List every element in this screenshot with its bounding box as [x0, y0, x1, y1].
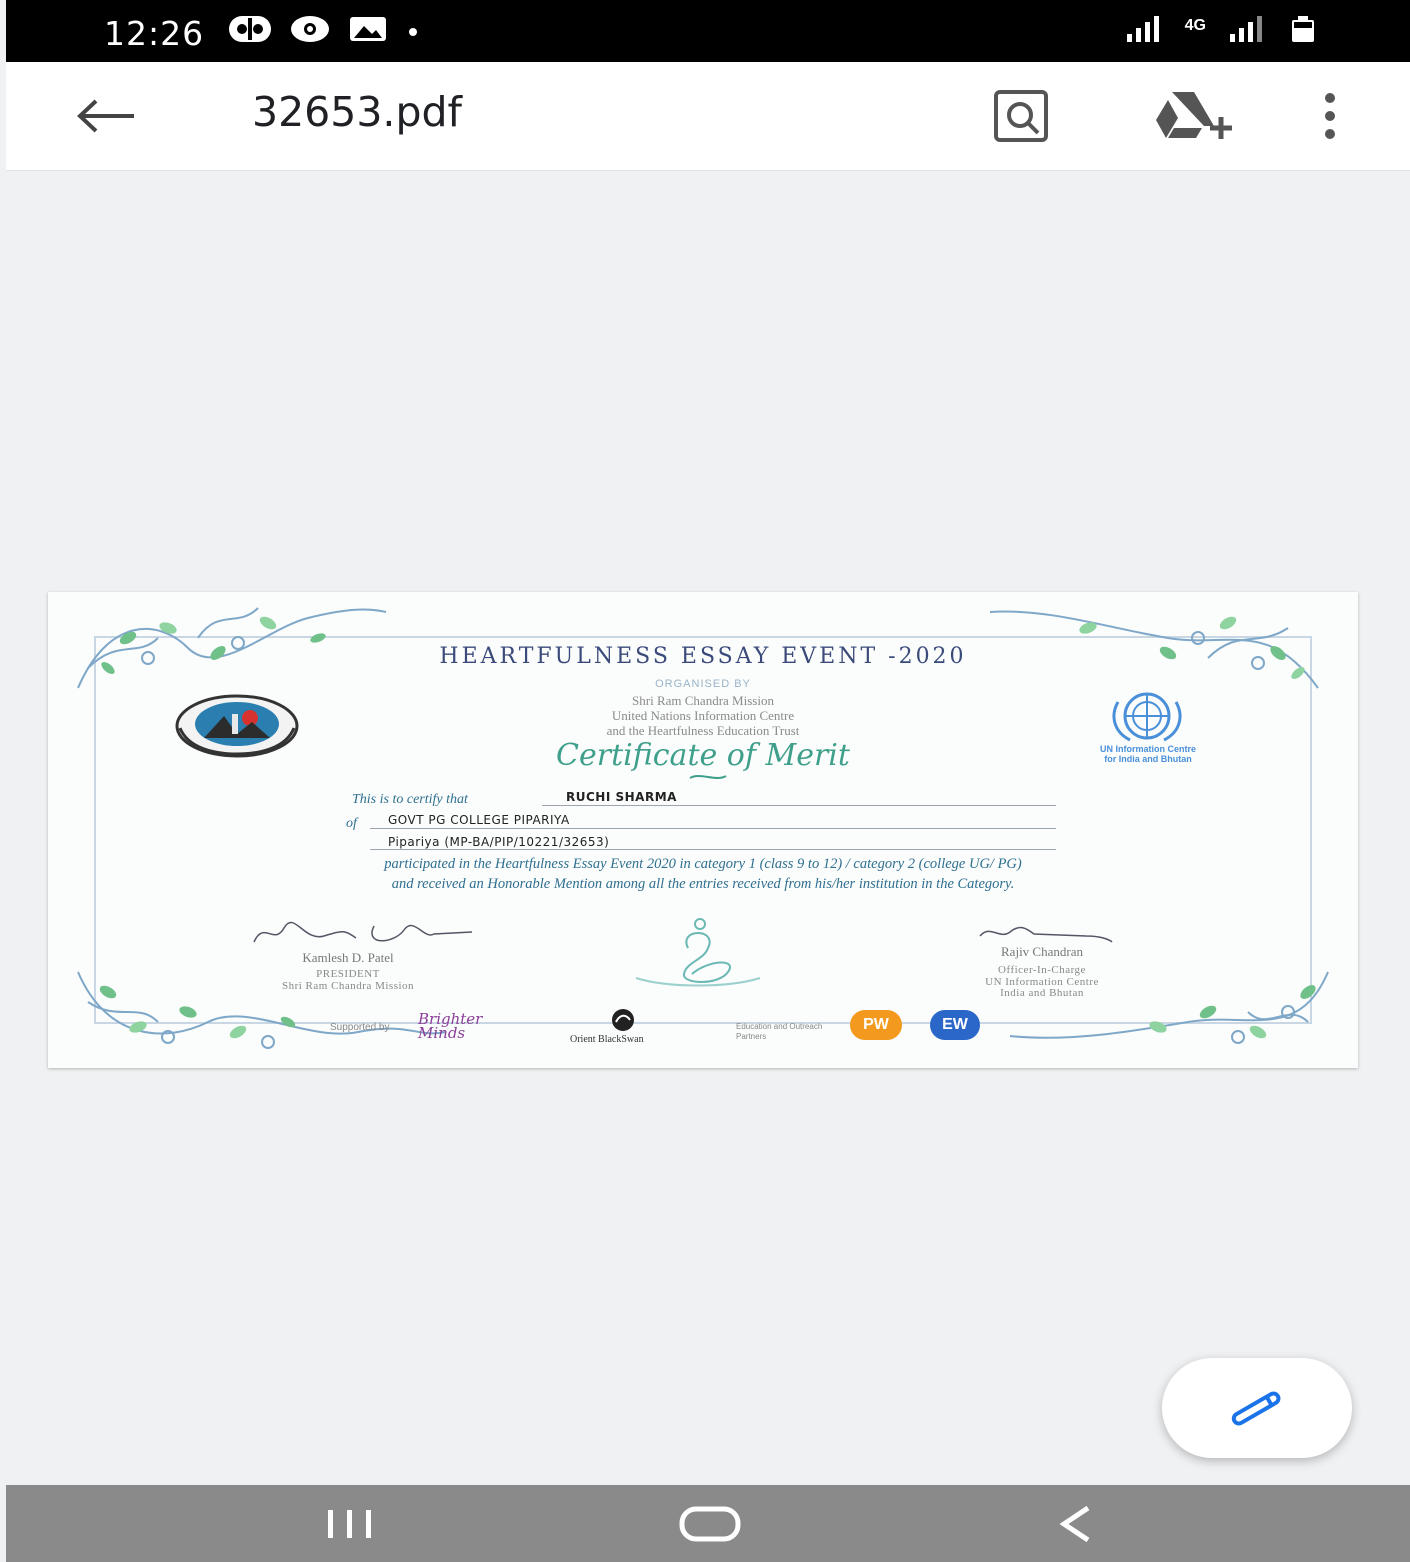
- find-in-page-icon: [994, 90, 1048, 142]
- certificate-body-line-2: and received an Honorable Mention among …: [391, 876, 1015, 892]
- signatory-left-role: PRESIDENT: [316, 968, 380, 980]
- arrow-left-icon: [77, 99, 134, 133]
- signature-right: [979, 926, 1113, 943]
- home-button[interactable]: [660, 1485, 760, 1562]
- more-options-button[interactable]: [1310, 86, 1350, 146]
- system-icons: 4G: [1125, 14, 1318, 44]
- signatory-right-role: Officer-In-Charge: [998, 964, 1086, 976]
- certificate-page: UN Information Centre for India and Bhut…: [48, 592, 1358, 1068]
- orient-blackswan-logo-icon: [612, 1009, 634, 1031]
- name-underline: [542, 805, 1056, 806]
- reference-number: Pipariya (MP-BA/PIP/10221/32653): [388, 835, 610, 849]
- college-underline: [370, 828, 1056, 829]
- add-to-drive-button[interactable]: [1148, 88, 1232, 144]
- certificate-heading: Certificate of Merit: [556, 738, 850, 773]
- document-title: 32653.pdf: [252, 88, 462, 136]
- organiser-line-3: and the Heartfulness Education Trust: [606, 723, 800, 738]
- more-vert-icon: [1325, 93, 1335, 139]
- back-chevron-icon: [1059, 1505, 1090, 1542]
- network-type-label: 4G: [1184, 17, 1206, 34]
- system-navigation-bar: [6, 1485, 1410, 1562]
- signatory-left-name: Kamlesh D. Patel: [302, 950, 394, 965]
- game-controller-icon: [229, 16, 271, 42]
- organised-by-label: ORGANISED BY: [655, 678, 751, 690]
- heartfulness-meditation-logo: [635, 918, 761, 987]
- pw-logo: PW: [850, 1010, 902, 1040]
- chrome-icon: [291, 16, 329, 42]
- dot-icon: [409, 28, 417, 36]
- organiser-line-1: Shri Ram Chandra Mission: [632, 693, 774, 708]
- brighter-minds-logo: Brighter Minds: [418, 1010, 483, 1042]
- pencil-icon: [1231, 1391, 1281, 1426]
- organiser-line-2: United Nations Information Centre: [611, 708, 795, 723]
- of-label: of: [346, 816, 357, 831]
- back-button[interactable]: [70, 86, 142, 146]
- app-bar: 32653.pdf: [6, 62, 1410, 171]
- notification-icons: [228, 14, 420, 44]
- signatory-left-org: Shri Ram Chandra Mission: [281, 980, 415, 992]
- drive-add-icon: [1156, 92, 1232, 139]
- recents-icon: [328, 1509, 371, 1538]
- orient-blackswan-label: Orient BlackSwan: [570, 1034, 644, 1045]
- signal-icon: [1126, 16, 1159, 42]
- recipient-name: RUCHI SHARMA: [566, 790, 677, 804]
- ew-logo: EW: [930, 1010, 980, 1040]
- home-icon: [679, 1506, 741, 1541]
- find-in-document-button[interactable]: [990, 88, 1054, 144]
- signatory-right-name: Rajiv Chandran: [1001, 944, 1083, 959]
- certificate-body-line-1: participated in the Heartfulness Essay E…: [384, 856, 1022, 872]
- signatory-right-org-line2: India and Bhutan: [1000, 987, 1084, 999]
- signature-left: [253, 921, 473, 943]
- battery-icon: [1292, 16, 1314, 42]
- supported-by-label: Supported by: [330, 1022, 390, 1033]
- status-bar: 12:26 4G: [6, 0, 1410, 62]
- edit-fab-button[interactable]: [1162, 1358, 1352, 1458]
- back-nav-button[interactable]: [1036, 1485, 1116, 1562]
- signal-icon-2: [1230, 16, 1262, 42]
- reference-underline: [370, 849, 1056, 850]
- status-time: 12:26: [104, 14, 205, 53]
- partners-label: Education and Outreach Partners: [736, 1022, 823, 1041]
- gallery-icon: [350, 17, 386, 41]
- certify-label: This is to certify that: [352, 792, 468, 807]
- certificate-title: HEARTFULNESS ESSAY EVENT -2020: [439, 644, 967, 669]
- college-name: GOVT PG COLLEGE PIPARIYA: [388, 813, 570, 827]
- heading-flourish: [689, 775, 727, 779]
- recent-apps-button[interactable]: [302, 1485, 398, 1562]
